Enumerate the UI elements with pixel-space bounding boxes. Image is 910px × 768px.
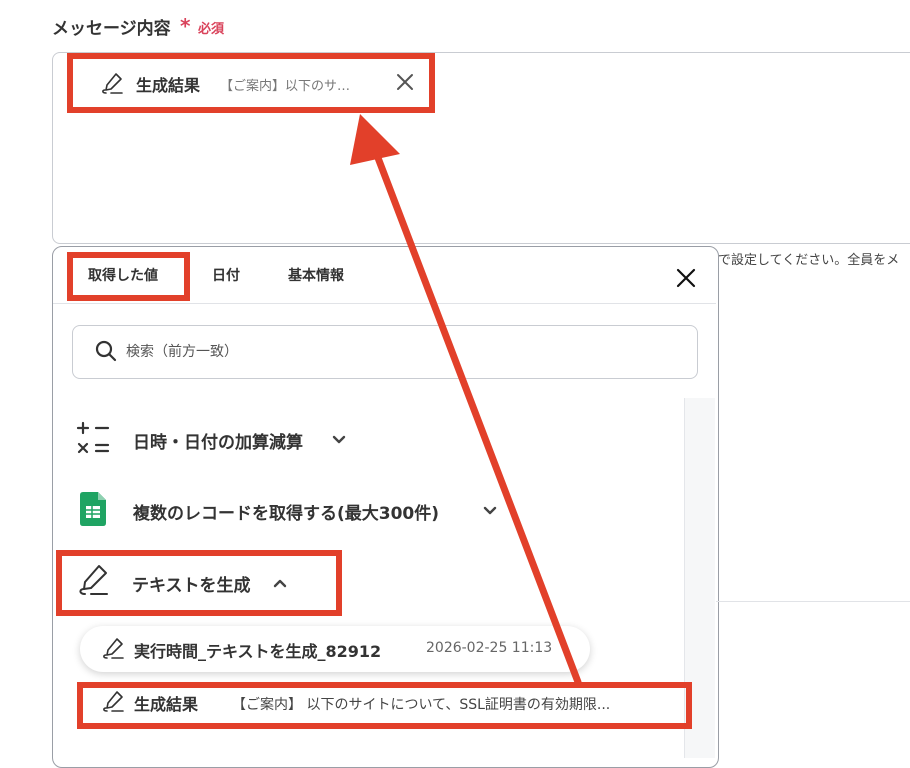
search-input[interactable]	[124, 338, 668, 366]
pen-icon	[79, 565, 108, 595]
sub-item-title[interactable]: 生成結果	[134, 691, 198, 715]
chevron-down-icon[interactable]	[481, 501, 499, 519]
divider	[716, 601, 910, 602]
sub-item-title: 実行時間_テキストを生成_82912	[134, 642, 382, 661]
field-label: メッセージ内容	[52, 19, 171, 39]
tab-acquired-values[interactable]: 取得した値	[88, 258, 158, 294]
chip-title: 生成結果	[136, 76, 201, 95]
search-icon	[95, 340, 117, 362]
sub-item-value[interactable]: 【ご案内】 以下のサイトについて、SSL証明書の有効期限...	[232, 694, 610, 714]
scrollbar[interactable]	[684, 398, 715, 758]
chevron-up-icon[interactable]	[271, 574, 289, 592]
list-item-generate-text[interactable]: テキストを生成	[132, 571, 251, 596]
tab-date[interactable]: 日付	[212, 258, 240, 294]
close-icon[interactable]	[672, 264, 700, 292]
chevron-down-icon[interactable]	[330, 430, 348, 448]
pen-icon	[103, 638, 124, 659]
list-item-date-calc[interactable]: 日時・日付の加算減算	[133, 428, 303, 453]
sub-item-value: 2026-02-25 11:13	[426, 640, 553, 656]
pen-icon	[102, 73, 123, 94]
field-hint-text: で設定してください。全員をメ	[718, 253, 900, 268]
required-label: 必須	[198, 22, 225, 37]
pen-icon	[103, 691, 124, 712]
required-asterisk: *	[180, 14, 191, 38]
calculator-icon	[76, 421, 110, 454]
list-item-get-records[interactable]: 複数のレコードを取得する(最大300件)	[133, 499, 439, 524]
chip-preview: 【ご案内】以下のサ…	[220, 79, 351, 94]
tab-divider	[53, 303, 716, 304]
google-sheets-icon	[80, 492, 106, 526]
chip-remove-icon[interactable]	[395, 72, 415, 92]
tab-basic-info[interactable]: 基本情報	[288, 258, 344, 294]
